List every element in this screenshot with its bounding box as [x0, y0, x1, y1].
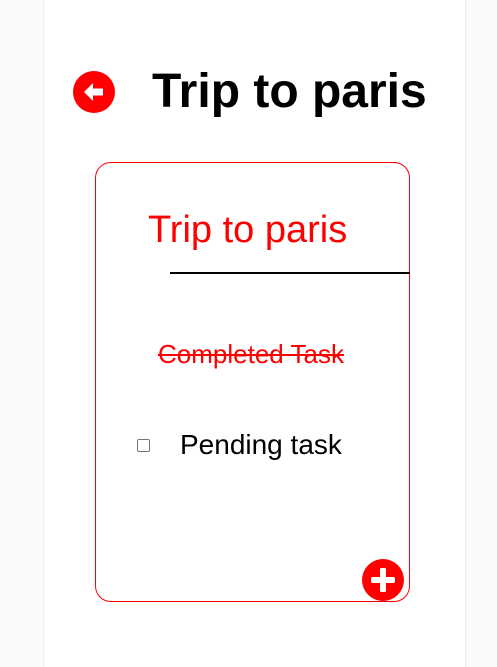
back-button[interactable] — [73, 71, 115, 113]
completed-task-item[interactable]: Completed Task — [158, 338, 344, 370]
arrow-left-icon — [84, 83, 103, 101]
app-page: Trip to paris Trip to paris Completed Ta… — [0, 0, 497, 667]
plus-icon — [371, 568, 395, 592]
list-title: Trip to paris — [148, 209, 348, 251]
todo-list-card: Trip to paris Completed Task Pending tas… — [95, 162, 410, 602]
right-gutter — [465, 0, 497, 667]
left-gutter — [0, 0, 44, 667]
title-divider — [170, 272, 410, 274]
task-checkbox[interactable] — [137, 439, 150, 452]
add-task-button[interactable] — [362, 559, 404, 601]
page-title: Trip to paris — [152, 65, 427, 118]
pending-task-item[interactable]: Pending task — [180, 428, 342, 462]
